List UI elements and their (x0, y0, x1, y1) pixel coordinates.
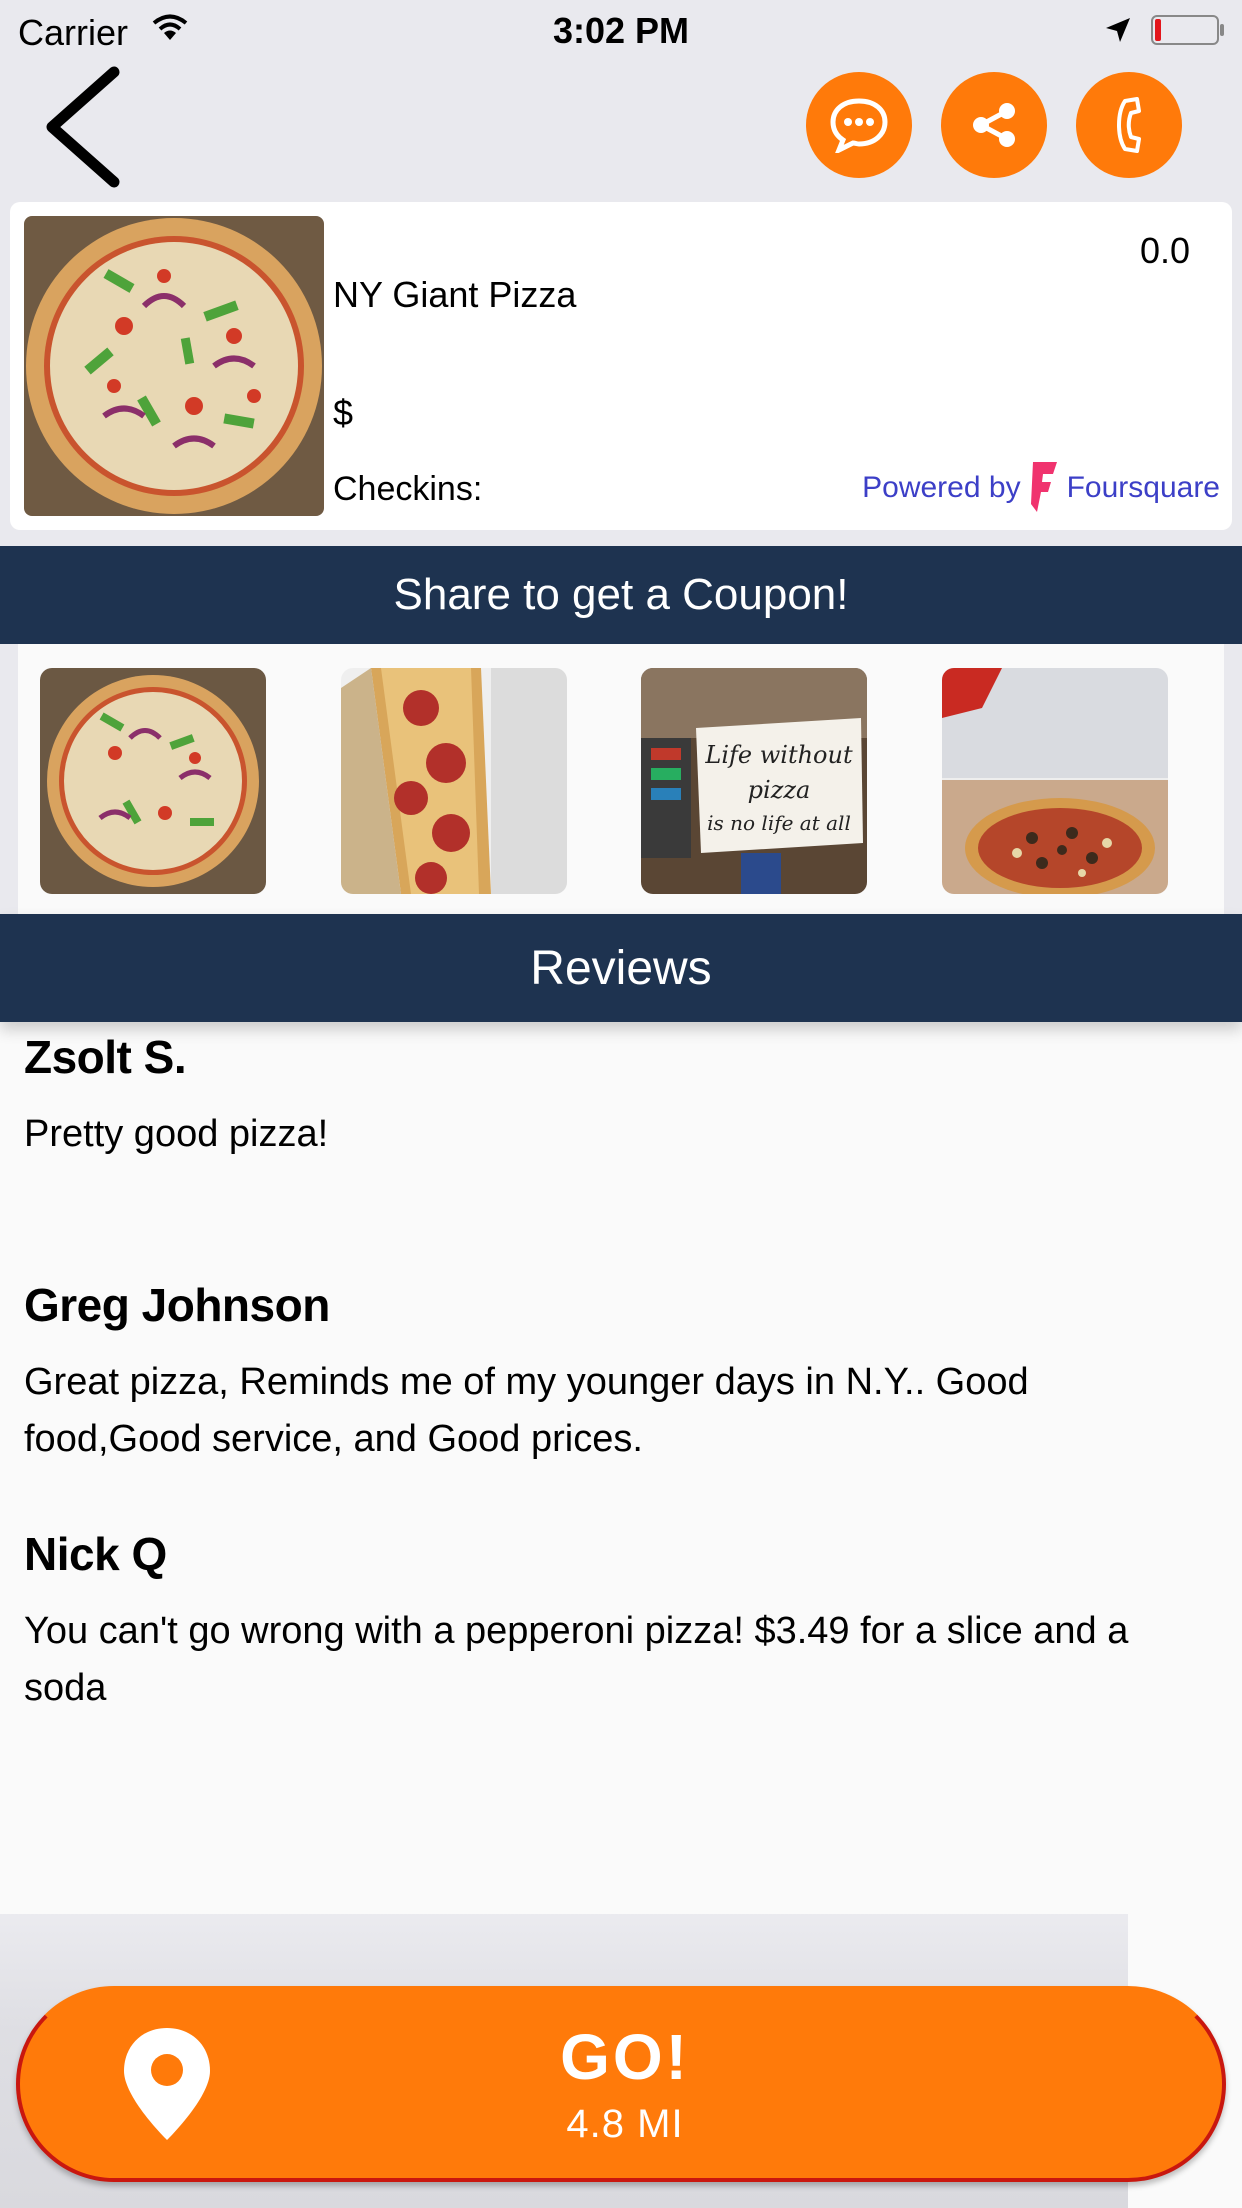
go-button[interactable]: GO! 4.8 MI (16, 1986, 1226, 2182)
review-item: Zsolt S. Pretty good pizza! (24, 1030, 1204, 1163)
pepperoni-slice-photo (341, 668, 567, 894)
location-arrow-icon (1106, 18, 1130, 42)
review-text: Pretty good pizza! (24, 1113, 329, 1155)
share-icon (973, 103, 1015, 147)
chat-bubble-icon (830, 98, 888, 153)
gallery-photo-2[interactable] (341, 668, 567, 894)
status-bar: Carrier 3:02 PM (0, 0, 1242, 60)
chat-button[interactable] (806, 72, 912, 178)
review-author: Zsolt S. (24, 1031, 187, 1083)
reviews-header: Reviews (0, 914, 1242, 1022)
review-item: Greg Johnson Great pizza, Reminds me of … (24, 1278, 1204, 1468)
sign-line-3: is no life at all (707, 811, 851, 835)
review-text: Great pizza, Reminds me of my younger da… (24, 1361, 1029, 1460)
venue-rating: 0.0 (1139, 230, 1190, 271)
foursquare-attribution[interactable]: Powered by Foursquare (862, 460, 1220, 516)
storefront-pizza-photo (942, 668, 1168, 894)
foursquare-label: Foursquare (1066, 471, 1220, 504)
review-text: You can't go wrong with a pepperoni pizz… (24, 1610, 1129, 1709)
back-button[interactable] (38, 62, 128, 192)
photo-gallery[interactable]: Life without pizza is no life at all (18, 644, 1224, 914)
sign-line-1: Life without (704, 741, 853, 769)
gallery-photo-4[interactable] (942, 668, 1168, 894)
venue-card: 0.0 NY Giant Pizza $ Checkins: Powered b… (10, 202, 1232, 530)
foursquare-logo-icon (1030, 462, 1057, 512)
venue-name: NY Giant Pizza (333, 274, 577, 315)
share-coupon-label: Share to get a Coupon! (393, 570, 849, 619)
gallery-photo-3[interactable]: Life without pizza is no life at all (641, 668, 867, 894)
venue-checkins-label: Checkins: (333, 470, 483, 508)
sign-line-2: pizza (748, 776, 811, 804)
pizza-photo (40, 668, 266, 894)
gallery-photo-1[interactable] (40, 668, 266, 894)
chevron-left-icon (46, 66, 120, 188)
call-button[interactable] (1076, 72, 1182, 178)
venue-price: $ (333, 392, 354, 433)
phone-icon (1117, 97, 1141, 153)
battery-icon (1151, 15, 1224, 45)
venue-photo[interactable] (24, 216, 324, 516)
powered-by-label: Powered by (862, 471, 1021, 504)
status-time: 3:02 PM (552, 10, 690, 51)
review-author: Greg Johnson (24, 1279, 330, 1331)
sign-photo: Life without pizza is no life at all (641, 668, 867, 894)
share-coupon-banner[interactable]: Share to get a Coupon! (0, 546, 1242, 644)
reviews-title: Reviews (530, 941, 712, 995)
review-author: Nick Q (24, 1528, 167, 1580)
go-distance: 4.8 MI (566, 2102, 684, 2146)
review-item: Nick Q You can't go wrong with a peppero… (24, 1527, 1204, 1717)
pizza-photo (24, 216, 324, 516)
go-label: GO! (560, 2021, 690, 2093)
share-button[interactable] (941, 72, 1047, 178)
